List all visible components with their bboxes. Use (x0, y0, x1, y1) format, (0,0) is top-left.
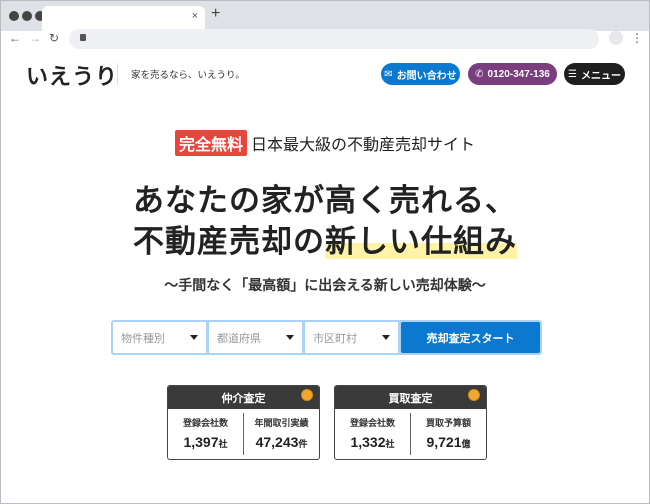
menu-button[interactable]: ☰ メニュー (564, 63, 625, 85)
caret-down-icon (190, 335, 198, 340)
stat-unit: 億 (461, 439, 471, 449)
free-badge: 完全無料 (174, 130, 247, 156)
mail-icon: ✉ (384, 68, 393, 80)
close-tab-icon[interactable]: × (192, 10, 198, 22)
stat-label: 登録会社数 (182, 418, 228, 428)
divider (117, 63, 118, 85)
contact-button[interactable]: ✉ お問い合わせ (381, 63, 460, 85)
city-select[interactable]: 市区町村 (305, 322, 398, 353)
headline-line2: 不動産売却の新しい仕組み (1, 216, 649, 261)
headline-highlight: 新しい仕組み (325, 224, 517, 259)
browser-window: × + ← → ↻ ⋮ いえうり 家を売るなら、いえうり。 ✉ お問い合わせ ✆ 0… (0, 0, 650, 504)
stat-label: 登録会社数 (349, 418, 395, 428)
stat-unit: 社 (218, 439, 228, 449)
contact-label: お問い合わせ (396, 70, 457, 82)
menu-label: メニュー (580, 70, 621, 82)
prefecture-placeholder: 都道府県 (217, 332, 261, 345)
phone-icon: ✆ (475, 68, 484, 80)
stat-label: 年間取引実績 (254, 418, 309, 428)
browser-toolbar: ← → ↻ ⋮ (1, 29, 649, 49)
hamburger-icon: ☰ (568, 68, 577, 80)
stat-value: 1,332 (350, 434, 386, 450)
new-tab-icon[interactable]: + (211, 5, 220, 23)
back-icon[interactable]: ← (9, 31, 21, 45)
start-assessment-button[interactable]: 売却査定スタート (401, 322, 540, 353)
phone-button[interactable]: ✆ 0120-347-136 (468, 63, 557, 85)
search-form: 物件種別 都道府県 市区町村 売却査定スタート (111, 320, 542, 355)
window-minimize-dot[interactable] (22, 11, 32, 21)
stat-label: 買取予算額 (425, 418, 471, 428)
brokerage-stats-card: 仲介査定 登録会社数 1,397社 年間取引実績 47,243件 (167, 385, 320, 460)
stat-value: 1,397 (183, 434, 219, 450)
prefecture-select[interactable]: 都道府県 (209, 322, 302, 353)
hero-subtitle: 〜手間なく「最高額」に出会える新しい売却体験〜 (164, 277, 486, 293)
tagline: 家を売るなら、いえうり。 (131, 70, 245, 81)
medal-icon (468, 389, 480, 401)
card-title: 買取査定 (388, 392, 433, 405)
reload-icon[interactable]: ↻ (49, 31, 59, 45)
property-type-select[interactable]: 物件種別 (113, 322, 206, 353)
purchase-stats-card: 買取査定 登録会社数 1,332社 買取予算額 9,721億 (334, 385, 487, 460)
stat-value: 47,243 (255, 434, 299, 450)
forward-icon[interactable]: → (29, 31, 41, 45)
medal-icon (301, 389, 313, 401)
window-close-dot[interactable] (9, 11, 19, 21)
profile-avatar[interactable] (609, 31, 623, 45)
stat-unit: 社 (385, 439, 395, 449)
caret-down-icon (286, 335, 294, 340)
stat-value: 9,721 (426, 434, 462, 450)
property-type-placeholder: 物件種別 (121, 332, 165, 345)
site-logo[interactable]: いえうり (26, 59, 118, 91)
address-bar[interactable] (69, 29, 599, 49)
browser-menu-icon[interactable]: ⋮ (631, 31, 643, 45)
caret-down-icon (382, 335, 390, 340)
headline-line1: あなたの家が高く売れる、 (133, 183, 517, 218)
hero-badge-row: 完全無料 日本最大級の不動産売却サイト (1, 130, 649, 156)
lock-icon (80, 34, 86, 41)
phone-label: 0120-347-136 (487, 68, 550, 80)
stat-unit: 件 (298, 439, 308, 449)
tab-bar: × + (1, 1, 649, 31)
card-title: 仲介査定 (221, 392, 266, 405)
headline-line2-a: 不動産売却の (133, 224, 325, 259)
badge-text: 日本最大級の不動産売却サイト (251, 137, 476, 154)
city-placeholder: 市区町村 (313, 332, 357, 345)
browser-tab[interactable]: × (42, 6, 205, 31)
